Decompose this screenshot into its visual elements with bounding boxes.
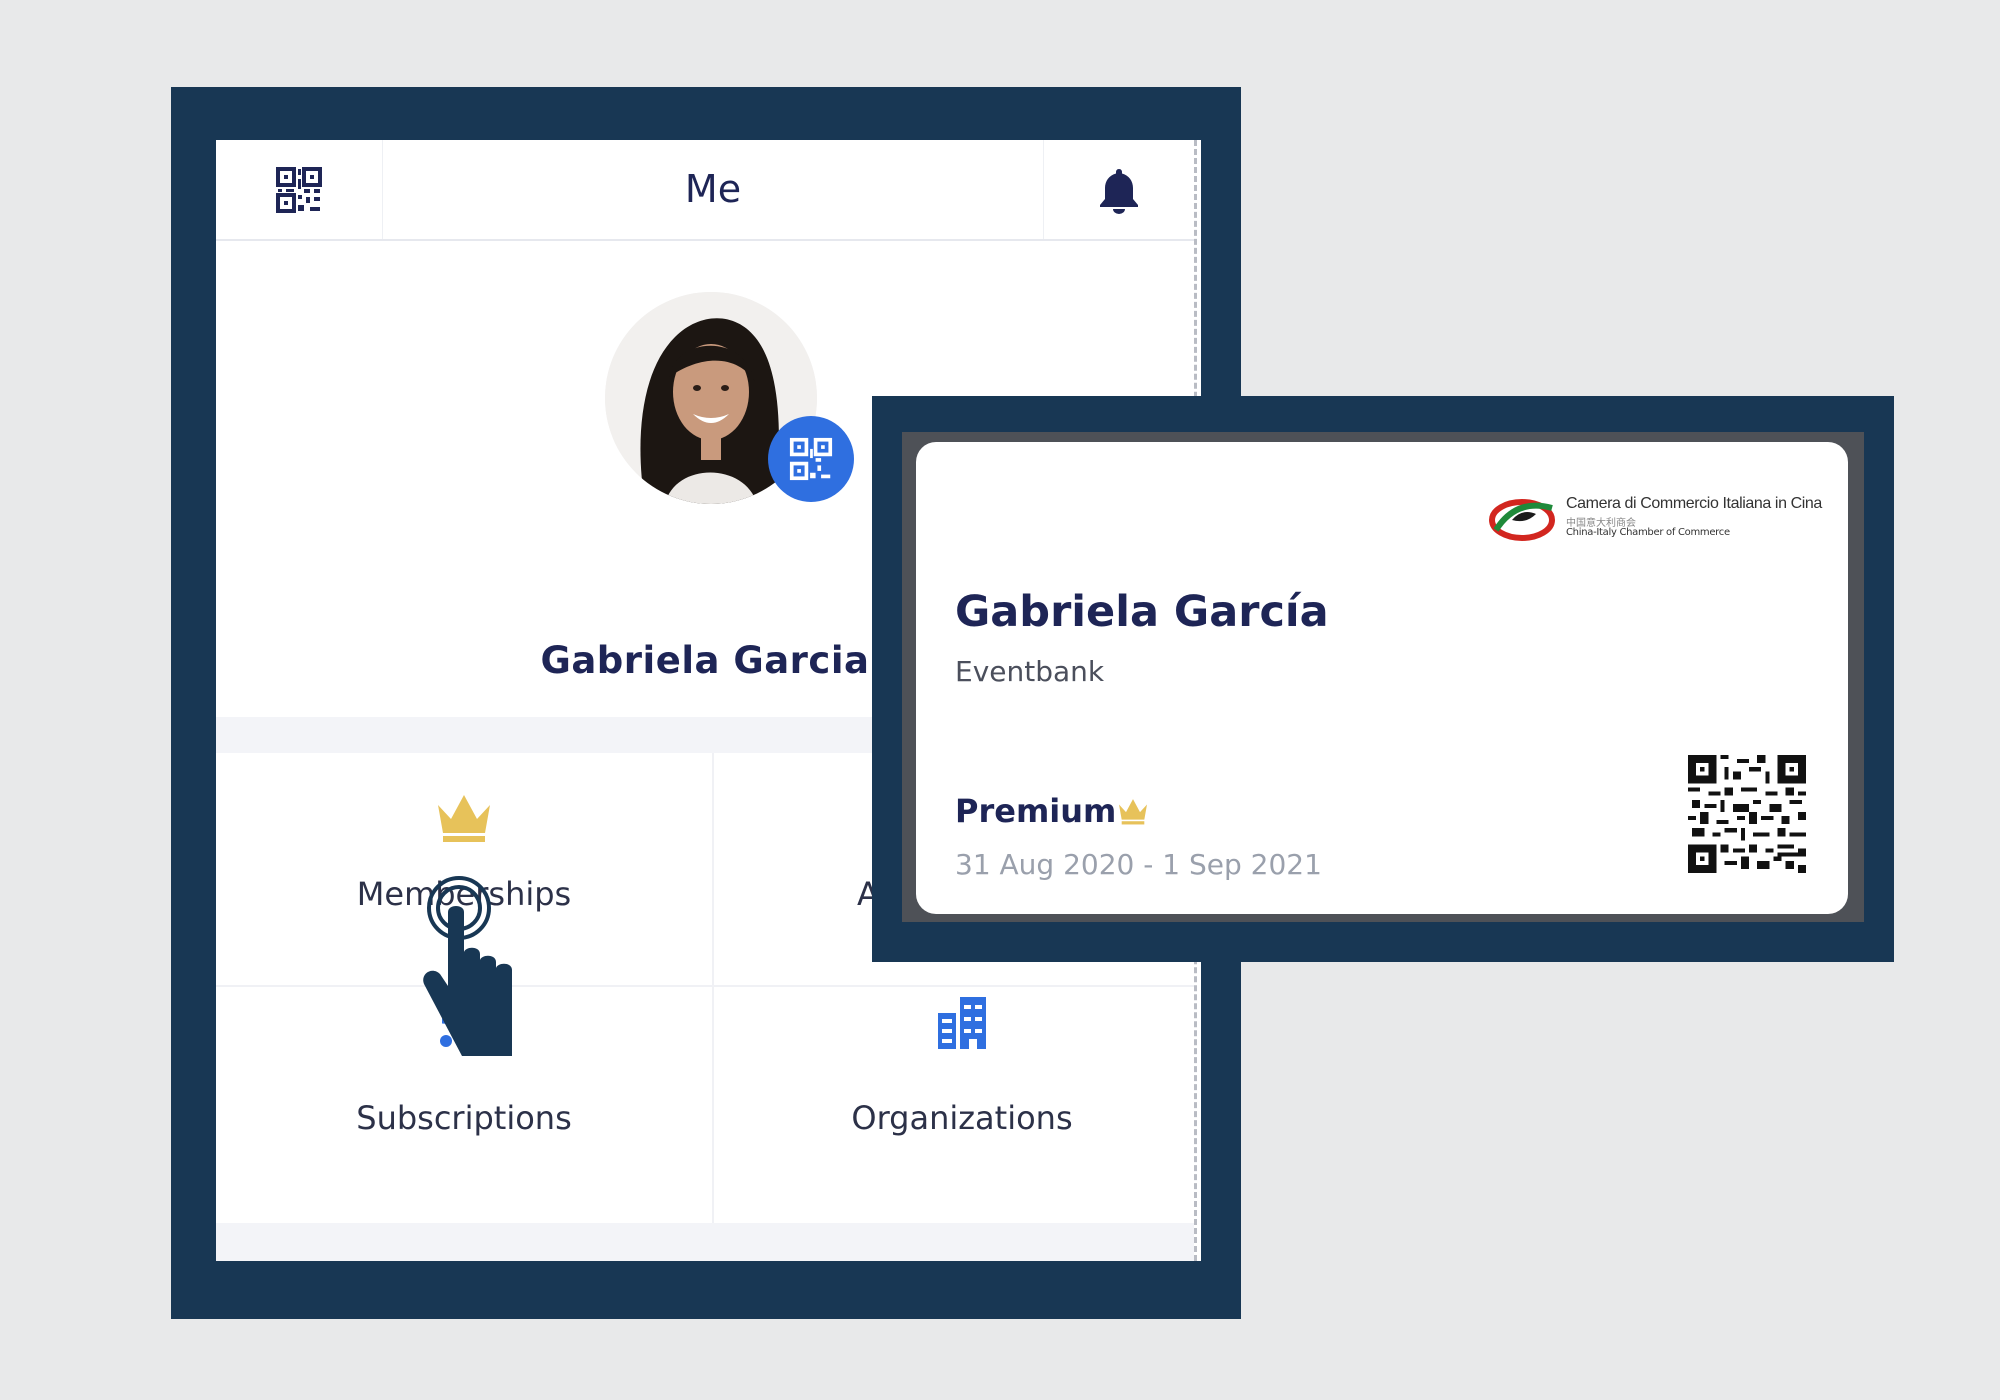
- qr-code-icon: [789, 437, 833, 481]
- section-divider: [216, 1223, 1194, 1261]
- logo-line-1: Camera di Commercio Italiana in Cina: [1566, 495, 1822, 512]
- logo-line-3: China-Italy Chamber of Commerce: [1566, 527, 1730, 538]
- tile-label: Organizations: [851, 1099, 1073, 1137]
- page-title: Me: [684, 167, 742, 211]
- qr-code-button[interactable]: [216, 140, 383, 239]
- membership-card-background: Camera di Commercio Italiana in Cina 中国意…: [902, 432, 1864, 922]
- buildings-icon: [938, 997, 986, 1049]
- membership-qr-code[interactable]: [1688, 755, 1806, 873]
- bell-icon: [1100, 168, 1138, 214]
- notifications-button[interactable]: [1043, 140, 1194, 239]
- crown-icon: [1119, 799, 1147, 825]
- hand-pointer-icon: [414, 866, 534, 1056]
- membership-card-frame: Camera di Commercio Italiana in Cina 中国意…: [872, 396, 1894, 962]
- chamber-logo: Camera di Commercio Italiana in Cina 中国意…: [1486, 490, 1822, 550]
- membership-card[interactable]: Camera di Commercio Italiana in Cina 中国意…: [916, 442, 1848, 914]
- chamber-logo-mark: [1489, 499, 1555, 541]
- member-name: Gabriela García: [955, 587, 1329, 637]
- tile-organizations[interactable]: Organizations: [714, 987, 1201, 1219]
- membership-dates: 31 Aug 2020 - 1 Sep 2021: [955, 848, 1322, 881]
- tile-label: Subscriptions: [356, 1099, 572, 1137]
- qr-code-icon: [276, 166, 322, 213]
- avatar-qr-badge[interactable]: [768, 416, 854, 502]
- top-bar: Me: [216, 140, 1194, 241]
- member-organization: Eventbank: [955, 655, 1105, 688]
- crown-icon: [438, 795, 490, 842]
- membership-tier: Premium: [955, 792, 1117, 830]
